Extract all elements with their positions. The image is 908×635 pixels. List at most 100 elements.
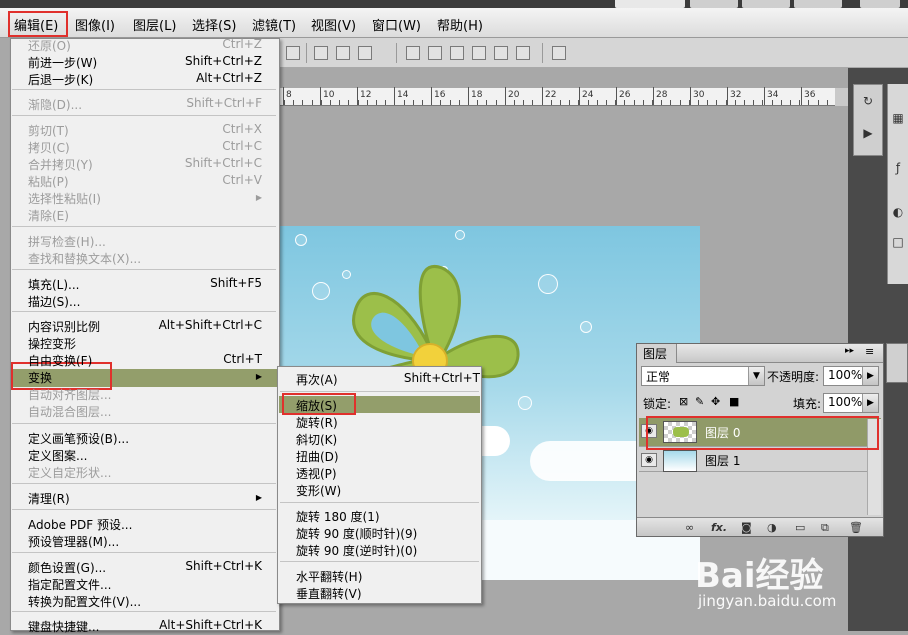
menu-image[interactable]: 图像(I) xyxy=(75,15,115,34)
submenu-item[interactable]: 垂直翻转(V) xyxy=(296,585,480,602)
menu-item[interactable]: Adobe PDF 预设... xyxy=(28,516,262,533)
submenu-item[interactable]: 斜切(K) xyxy=(296,431,480,448)
workspace-photo-button[interactable] xyxy=(794,0,842,8)
slider-arrow-icon[interactable]: ▶ xyxy=(862,394,878,412)
menu-item[interactable]: 键盘快捷键... Alt+Shift+Ctrl+K xyxy=(28,618,262,635)
menu-item[interactable]: 剪切(T) Ctrl+X xyxy=(28,122,262,139)
menu-item[interactable]: 定义自定形状... xyxy=(28,464,262,481)
submenu-item[interactable]: 扭曲(D) xyxy=(296,448,480,465)
submenu-item[interactable]: 再次(A) Shift+Ctrl+T xyxy=(296,371,480,388)
auto-align-icon[interactable] xyxy=(552,46,566,60)
menu-item[interactable]: 粘贴(P) Ctrl+V xyxy=(28,173,262,190)
submenu-item[interactable]: 变形(W) xyxy=(296,482,480,499)
layer-highlight-box xyxy=(646,416,879,450)
menu-item[interactable]: 后退一步(K) Alt+Ctrl+Z xyxy=(28,71,262,88)
menu-item[interactable]: 变换 ▶ xyxy=(28,369,262,386)
menu-separator xyxy=(12,611,276,612)
ruler-label: 10 xyxy=(323,90,335,100)
lock-move-icon[interactable]: ✥ xyxy=(711,395,720,408)
styles-fx-icon[interactable]: ƒ xyxy=(890,160,906,176)
window-control-buttons[interactable] xyxy=(860,0,900,8)
menu-item[interactable]: 拼写检查(H)... xyxy=(28,233,262,250)
distribute-top-icon[interactable] xyxy=(406,46,420,60)
menu-item[interactable]: 清理(R) ▶ xyxy=(28,490,262,507)
menu-select[interactable]: 选择(S) xyxy=(192,15,236,34)
workspace-switcher[interactable] xyxy=(615,0,685,8)
distribute-hcenter-icon[interactable] xyxy=(516,46,530,60)
lock-paint-icon[interactable]: ✎ xyxy=(695,395,704,408)
align-vcenter-icon[interactable] xyxy=(336,46,350,60)
menu-item[interactable]: 转换为配置文件(V)... xyxy=(28,593,262,610)
menu-item[interactable]: 操控变形 xyxy=(28,335,262,352)
adjustments-icon[interactable]: ◐ xyxy=(890,204,906,220)
slider-arrow-icon[interactable]: ▶ xyxy=(862,367,878,385)
layer-style-fx-icon[interactable]: fx. xyxy=(711,521,727,534)
menu-item[interactable]: 渐隐(D)... Shift+Ctrl+F xyxy=(28,96,262,113)
align-top-icon[interactable] xyxy=(314,46,328,60)
fill-value: 100% xyxy=(828,395,863,409)
align-left-icon[interactable] xyxy=(286,46,300,60)
collapse-icon[interactable]: ▸▸ xyxy=(845,346,854,356)
menu-item[interactable]: 内容识别比例 Alt+Shift+Ctrl+C xyxy=(28,318,262,335)
panel-menu-icon[interactable]: ≡ xyxy=(865,345,874,358)
ruler-major-tick xyxy=(542,87,543,105)
actions-play-icon[interactable]: ▶ xyxy=(860,125,876,141)
add-mask-icon[interactable]: ◙ xyxy=(741,521,752,534)
menu-layer[interactable]: 图层(L) xyxy=(133,15,176,34)
visibility-eye-icon[interactable]: ◉ xyxy=(641,453,657,467)
menu-item[interactable]: 颜色设置(G)... Shift+Ctrl+K xyxy=(28,559,262,576)
menu-item[interactable]: 前进一步(W) Shift+Ctrl+Z xyxy=(28,54,262,71)
menu-view[interactable]: 视图(V) xyxy=(311,15,356,34)
menu-window[interactable]: 窗口(W) xyxy=(372,15,421,34)
distribute-left-icon[interactable] xyxy=(472,46,486,60)
opacity-field[interactable]: 100% ▶ xyxy=(823,366,879,386)
layers-dock-icon[interactable] xyxy=(886,343,908,383)
menu-item[interactable]: 预设管理器(M)... xyxy=(28,533,262,550)
menu-item[interactable]: 选择性粘贴(I) ▶ xyxy=(28,190,262,207)
distribute-right-icon[interactable] xyxy=(494,46,508,60)
submenu-item[interactable]: 旋转 90 度(顺时针)(9) xyxy=(296,525,480,542)
lock-transparent-icon[interactable]: ⊠ xyxy=(679,395,688,408)
submenu-item[interactable]: 旋转 180 度(1) xyxy=(296,508,480,525)
chevron-down-icon[interactable]: ▼ xyxy=(748,367,764,385)
menu-item[interactable]: 清除(E) xyxy=(28,207,262,224)
submenu-item[interactable]: 旋转 90 度(逆时针)(0) xyxy=(296,542,480,559)
trash-icon[interactable]: 🗑 xyxy=(849,521,863,534)
masks-icon[interactable]: □ xyxy=(890,234,906,250)
menu-help[interactable]: 帮助(H) xyxy=(437,15,483,34)
menu-item[interactable]: 自动混合图层... xyxy=(28,403,262,420)
align-bottom-icon[interactable] xyxy=(358,46,372,60)
workspace-design-button[interactable] xyxy=(690,0,738,8)
distribute-vcenter-icon[interactable] xyxy=(428,46,442,60)
menu-item[interactable]: 定义画笔预设(B)... xyxy=(28,430,262,447)
link-layers-icon[interactable]: ∞ xyxy=(685,521,694,534)
submenu-item[interactable]: 透视(P) xyxy=(296,465,480,482)
fill-field[interactable]: 100% ▶ xyxy=(823,393,879,413)
menu-item[interactable]: 合并拷贝(Y) Shift+Ctrl+C xyxy=(28,156,262,173)
menu-item[interactable]: 描边(S)... xyxy=(28,293,262,310)
history-icon[interactable]: ↻ xyxy=(860,93,876,109)
menu-item[interactable]: 自动对齐图层... xyxy=(28,386,262,403)
menu-item[interactable]: 定义图案... xyxy=(28,447,262,464)
distribute-bottom-icon[interactable] xyxy=(450,46,464,60)
submenu-item[interactable]: 水平翻转(H) xyxy=(296,568,480,585)
submenu-item[interactable]: 旋转(R) xyxy=(296,414,480,431)
menu-item[interactable]: 指定配置文件... xyxy=(28,576,262,593)
menu-item[interactable]: 自由变换(F) Ctrl+T xyxy=(28,352,262,369)
lock-all-icon[interactable]: ■ xyxy=(729,395,739,408)
horizontal-ruler[interactable]: 8 10 12 14 16 18 20 22 24 26 28 30 32 34 36 xyxy=(280,87,835,106)
adjustment-layer-icon[interactable]: ◑ xyxy=(767,521,777,534)
workspace-paint-button[interactable] xyxy=(742,0,790,8)
menu-item[interactable]: 还原(O) Ctrl+Z xyxy=(28,37,262,54)
menu-item[interactable]: 查找和替换文本(X)... xyxy=(28,250,262,267)
swatches-icon[interactable]: ▦ xyxy=(890,110,906,126)
new-group-icon[interactable]: ▭ xyxy=(795,521,805,534)
new-layer-icon[interactable]: ⧉ xyxy=(821,521,829,535)
menu-item[interactable]: 拷贝(C) Ctrl+C xyxy=(28,139,262,156)
ruler-label: 22 xyxy=(545,90,557,100)
layers-tab[interactable]: 图层 xyxy=(637,344,677,363)
menu-item[interactable]: 填充(L)... Shift+F5 xyxy=(28,276,262,293)
submenu-item-label: 再次(A) xyxy=(296,373,338,387)
blend-mode-select[interactable]: 正常 ▼ xyxy=(641,366,765,386)
menu-filter[interactable]: 滤镜(T) xyxy=(252,15,296,34)
